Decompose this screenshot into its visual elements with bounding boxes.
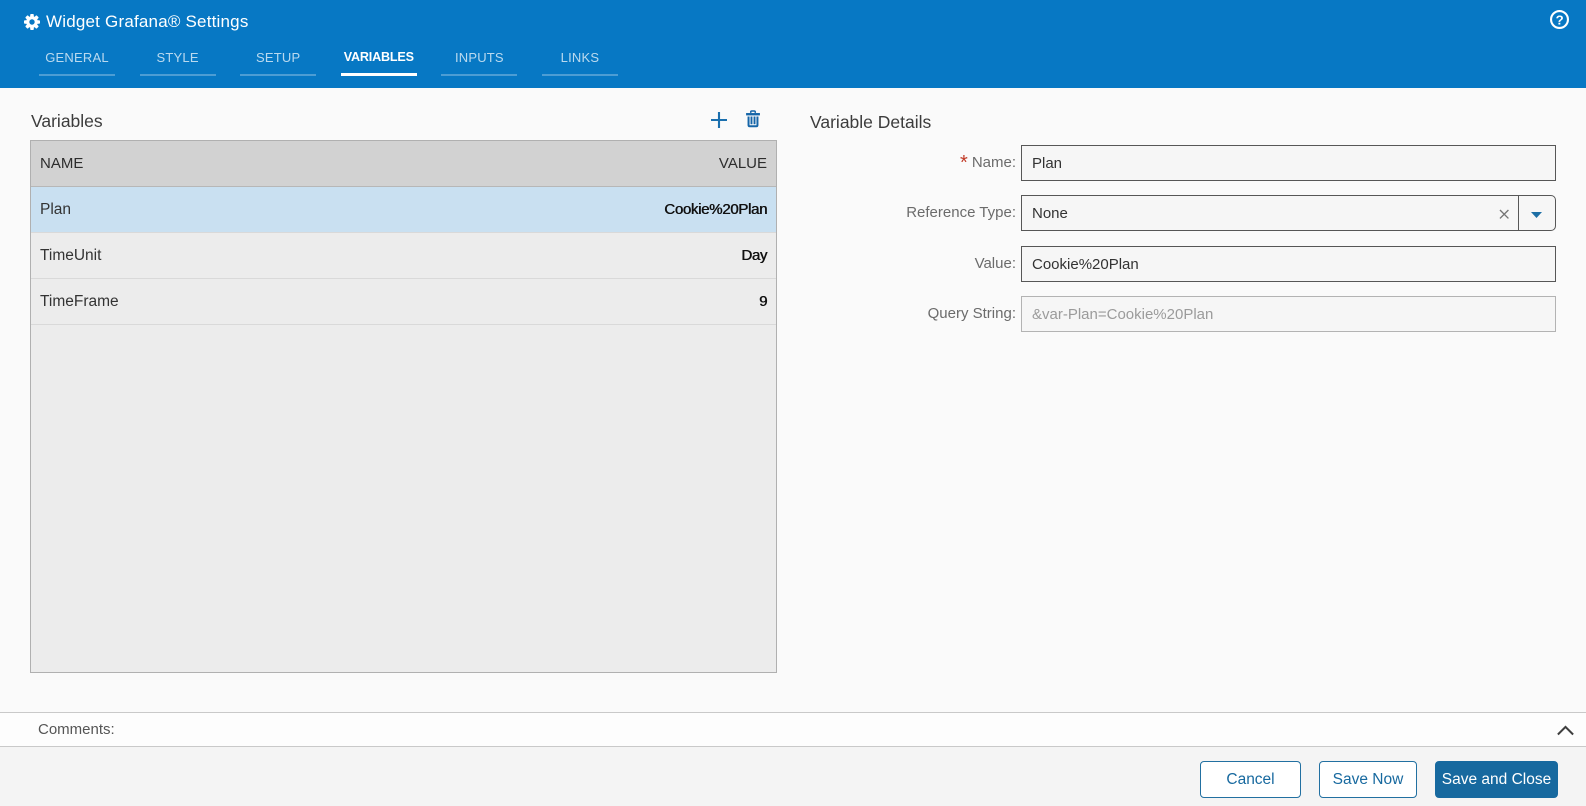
value-input[interactable] [1021, 246, 1556, 282]
form-row-value: Value: [800, 246, 1556, 282]
variables-table-header: NAME VALUE [31, 141, 776, 187]
required-asterisk: * [960, 152, 968, 174]
delete-variable-icon[interactable] [745, 110, 761, 128]
reference-type-input[interactable] [1022, 196, 1518, 230]
value-label: Value: [800, 246, 1016, 282]
cancel-button[interactable]: Cancel [1200, 761, 1301, 798]
comments-label: Comments: [38, 713, 115, 746]
tab-inputs[interactable]: INPUTS [441, 45, 517, 76]
reference-type-label: Reference Type: [800, 195, 1016, 231]
caret-down-icon [1531, 212, 1542, 218]
table-row[interactable]: TimeUnit Day [31, 233, 776, 279]
dialog-title: Widget Grafana® Settings [46, 12, 249, 32]
row-value: Cookie%20Plan [664, 201, 767, 218]
row-name: TimeFrame [40, 293, 119, 311]
tab-bar: GENERAL STYLE SETUP VARIABLES INPUTS LIN… [39, 45, 643, 76]
name-label: *Name: [800, 145, 1016, 181]
form-row-query-string: Query String: [800, 296, 1556, 332]
row-value: 9 [759, 293, 767, 310]
query-string-input [1021, 296, 1556, 332]
tab-setup[interactable]: SETUP [240, 45, 316, 76]
svg-text:?: ? [1556, 12, 1564, 27]
dialog-header: Widget Grafana® Settings ? GENERAL STYLE… [0, 0, 1586, 88]
save-now-button[interactable]: Save Now [1319, 761, 1417, 798]
comments-section: Comments: [0, 712, 1586, 747]
add-variable-icon[interactable] [710, 111, 728, 129]
variables-panel-title: Variables [31, 111, 103, 132]
details-panel-title: Variable Details [810, 112, 931, 133]
row-value: Day [741, 247, 767, 264]
tab-style[interactable]: STYLE [140, 45, 216, 76]
dropdown-button[interactable] [1518, 195, 1556, 231]
variables-table: NAME VALUE Plan Cookie%20Plan TimeUnit D… [30, 140, 777, 673]
table-row[interactable]: TimeFrame 9 [31, 279, 776, 325]
tab-variables[interactable]: VARIABLES [341, 45, 417, 76]
reference-type-combobox [1021, 195, 1556, 231]
clear-icon[interactable] [1499, 209, 1510, 220]
save-and-close-button[interactable]: Save and Close [1435, 761, 1558, 798]
column-header-value: VALUE [719, 155, 767, 172]
footer-bar: Cancel Save Now Save and Close [0, 747, 1586, 806]
tab-general[interactable]: GENERAL [39, 45, 115, 76]
table-row[interactable]: Plan Cookie%20Plan [31, 187, 776, 233]
query-string-label: Query String: [800, 296, 1016, 332]
row-name: Plan [40, 201, 71, 219]
help-icon[interactable]: ? [1550, 10, 1569, 29]
form-row-name: *Name: [800, 145, 1556, 181]
gear-icon [24, 14, 40, 30]
name-input[interactable] [1021, 145, 1556, 181]
column-header-name: NAME [40, 155, 83, 172]
row-name: TimeUnit [40, 247, 101, 265]
chevron-up-icon[interactable] [1557, 723, 1574, 739]
form-row-reference-type: Reference Type: [800, 195, 1556, 231]
tab-links[interactable]: LINKS [542, 45, 618, 76]
